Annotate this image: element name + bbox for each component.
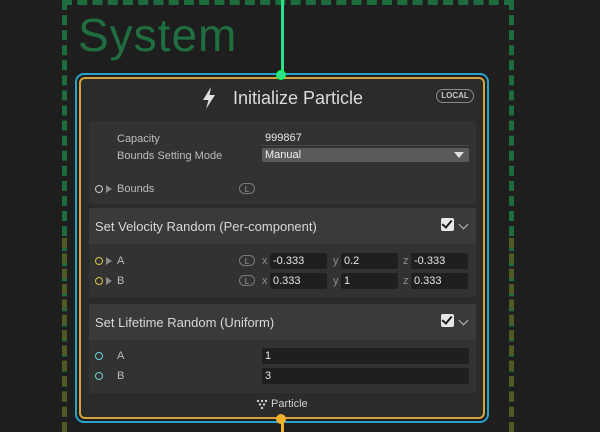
checkmark-icon (441, 313, 453, 325)
expand-arrow-icon[interactable] (106, 185, 112, 193)
system-title[interactable]: System (78, 8, 237, 62)
capacity-field[interactable]: 999867 (262, 131, 469, 145)
velocity-a-space-badge[interactable]: L (239, 255, 255, 266)
z-axis-label: z (403, 255, 409, 267)
velocity-a-x-field[interactable]: -0.333 (270, 253, 327, 269)
checkmark-icon (441, 217, 453, 229)
system-frame-lower-left (62, 238, 67, 432)
chevron-down-icon[interactable] (458, 219, 469, 230)
lifetime-block-header[interactable]: Set Lifetime Random (Uniform) (89, 304, 476, 340)
velocity-b-y-field[interactable]: 1 (341, 273, 398, 289)
lifetime-block-title: Set Lifetime Random (Uniform) (95, 315, 275, 330)
bounds-space-badge[interactable]: L (239, 183, 255, 194)
local-space-badge[interactable]: LOCAL (436, 89, 474, 103)
system-frame-top (62, 0, 514, 5)
velocity-a-input-port[interactable] (95, 257, 103, 265)
flow-input-edge[interactable] (281, 0, 284, 76)
flow-input-port[interactable] (276, 70, 286, 80)
lifetime-a-input-port[interactable] (95, 352, 103, 360)
velocity-a-z-field[interactable]: -0.333 (411, 253, 468, 269)
chevron-down-icon[interactable] (458, 315, 469, 326)
capacity-label: Capacity (117, 133, 160, 145)
velocity-block-header[interactable]: Set Velocity Random (Per-component) (89, 208, 476, 244)
y-axis-label: y (333, 255, 339, 267)
particle-icon (256, 399, 268, 409)
velocity-block-title: Set Velocity Random (Per-component) (95, 219, 317, 234)
lifetime-b-label: B (117, 370, 125, 382)
velocity-b-space-badge[interactable]: L (239, 275, 255, 286)
system-frame-lower-right (509, 238, 514, 432)
node-title: Initialize Particle (233, 88, 364, 108)
velocity-a-label: A (117, 255, 125, 267)
lightning-bolt-icon (203, 87, 215, 109)
velocity-b-label: B (117, 275, 125, 287)
velocity-b-x-field[interactable]: 0.333 (270, 273, 327, 289)
chevron-down-icon (454, 152, 464, 158)
bounds-mode-label: Bounds Setting Mode (117, 150, 223, 162)
x-axis-label: x (262, 275, 268, 287)
velocity-a-y-field[interactable]: 0.2 (341, 253, 398, 269)
expand-arrow-icon[interactable] (106, 277, 112, 285)
lifetime-a-label: A (117, 350, 125, 362)
bounds-label: Bounds (117, 183, 155, 195)
context-type-label: Particle (271, 398, 308, 410)
lifetime-b-input-port[interactable] (95, 372, 103, 380)
z-axis-label: z (403, 275, 409, 287)
expand-arrow-icon[interactable] (106, 257, 112, 265)
velocity-block-enable-checkbox[interactable] (441, 217, 454, 231)
lifetime-a-field[interactable]: 1 (262, 348, 469, 364)
velocity-b-input-port[interactable] (95, 277, 103, 285)
velocity-b-z-field[interactable]: 0.333 (411, 273, 468, 289)
velocity-block-body (89, 244, 476, 297)
bounds-mode-dropdown[interactable]: Manual (262, 148, 469, 162)
bounds-mode-value: Manual (265, 149, 302, 161)
capacity-field-underline (262, 145, 469, 146)
lifetime-block-enable-checkbox[interactable] (441, 313, 454, 327)
flow-output-port[interactable] (276, 414, 286, 424)
y-axis-label: y (333, 275, 339, 287)
x-axis-label: x (262, 255, 268, 267)
bounds-input-port[interactable] (95, 185, 103, 193)
lifetime-b-field[interactable]: 3 (262, 368, 469, 384)
